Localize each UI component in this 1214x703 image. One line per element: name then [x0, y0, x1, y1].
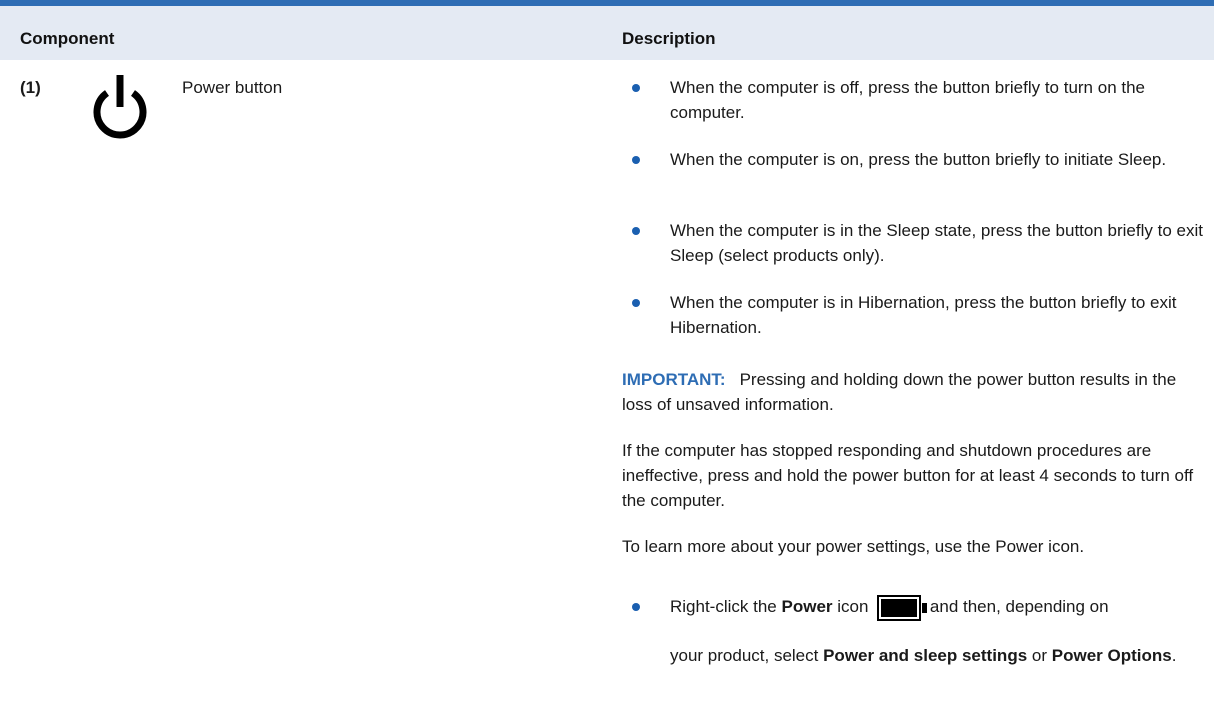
bullet-line-1: Right-click the Power icon and then, dep… [670, 590, 1210, 624]
important-label: IMPORTANT: [622, 370, 726, 389]
column-header-description: Description [622, 29, 716, 48]
learn-more-paragraph: To learn more about your power settings,… [622, 537, 1085, 556]
bullet-icon [632, 603, 640, 611]
power-sleep-settings-label: Power and sleep settings [823, 646, 1028, 665]
power-options-label: Power Options [1051, 646, 1172, 665]
bullet-icon [632, 227, 640, 235]
important-note: IMPORTANT: Pressing and holding down the … [622, 367, 1202, 417]
item-number: (1) [20, 78, 41, 97]
bullet-text: When the computer is in Hibernation, pre… [670, 293, 1177, 337]
bullet-text: When the computer is in the Sleep state,… [670, 221, 1203, 265]
table-header-row: Component Description [0, 6, 1214, 60]
bullet-text: When the computer is on, press the butto… [670, 150, 1167, 169]
column-header-component: Component [20, 29, 115, 48]
bullet-line-2: your product, select Power and sleep set… [670, 646, 1177, 665]
power-symbol-icon [93, 75, 147, 139]
bullet-icon [632, 299, 640, 307]
battery-icon [877, 594, 928, 621]
bullet-icon [632, 156, 640, 164]
bullet-icon [632, 84, 640, 92]
stopped-responding-paragraph: If the computer has stopped responding a… [622, 441, 1194, 510]
item-name: Power button [182, 78, 283, 97]
bullet-text: When the computer is off, press the butt… [670, 78, 1146, 122]
power-label: Power [781, 597, 833, 616]
